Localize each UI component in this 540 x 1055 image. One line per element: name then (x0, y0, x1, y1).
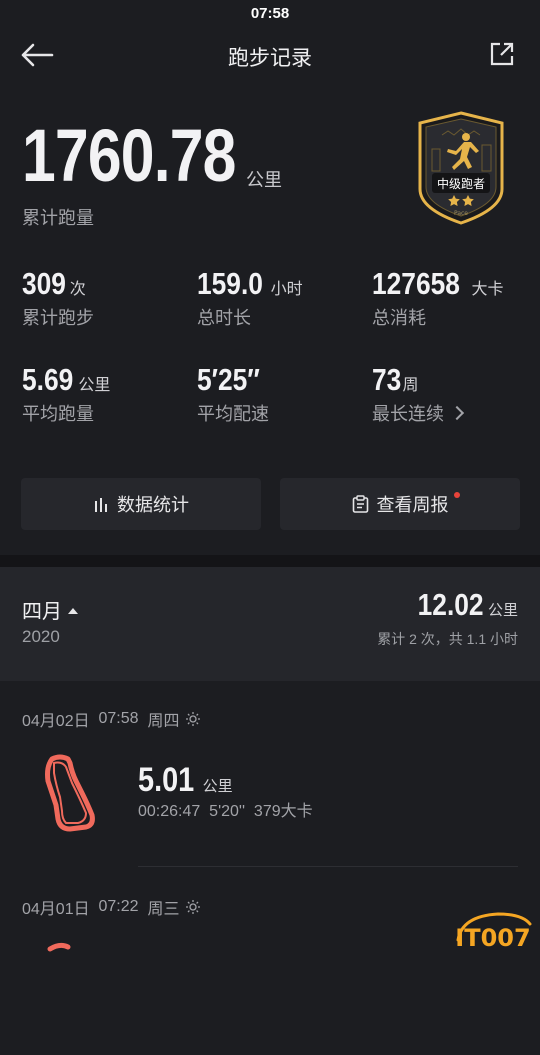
run-time: 07:58 (98, 710, 139, 727)
badge-sub: Pace (454, 210, 468, 217)
stat-unit: 小时 (270, 281, 303, 298)
clipboard-icon (352, 495, 369, 513)
run-weekday: 周三 (147, 901, 180, 918)
total-distance-value: 1760.78 (22, 114, 236, 197)
top-bar: 跑步记录 (0, 34, 540, 76)
month-summary-text: 累计 2 次，共 1.1 小时 (377, 631, 518, 647)
notification-dot (454, 492, 460, 498)
month-toggle[interactable]: 四月 (22, 595, 78, 624)
chevron-right-icon (449, 405, 465, 421)
month-distance: 12.02 公里 (406, 587, 518, 623)
run-pace: 5'20'' (209, 803, 246, 820)
page-title: 跑步记录 (228, 47, 312, 70)
run-meta: 00:26:47 5'20'' 379大卡 (138, 797, 313, 821)
run-item[interactable]: 04月01日 07:22 周三 (0, 869, 540, 1055)
caret-up-icon (68, 607, 78, 614)
data-stats-button[interactable]: 数据统计 (21, 478, 261, 530)
month-summary: 四月 2020 12.02 公里 累计 2 次，共 1.1 小时 (0, 567, 540, 681)
month-year: 2020 (22, 627, 60, 646)
stat-unit: 次 (69, 281, 86, 298)
sunny-icon (186, 900, 201, 914)
watermark-logo: IT007 (455, 912, 532, 952)
stat-unit: 大卡 (471, 281, 504, 298)
stat-value: 309 (22, 266, 66, 301)
month-distance-value: 12.02 (417, 587, 484, 622)
run-duration: 00:26:47 (138, 803, 201, 820)
run-time: 07:22 (98, 898, 139, 915)
stat-value: 159.0 (197, 266, 263, 301)
run-separator (138, 866, 518, 867)
stat-calories: 127658 大卡 总消耗 (372, 266, 540, 330)
stat-avg-pace: 5′25″ 平均配速 (197, 362, 367, 426)
route-map-thumbnail (47, 942, 71, 952)
stat-value: 127658 (372, 266, 460, 301)
stat-avg-distance: 5.69 公里 平均跑量 (22, 362, 192, 426)
stat-label: 最长连续 (372, 404, 444, 424)
run-date-day: 04月01日 (22, 901, 90, 918)
run-distance: 5.01 公里 (138, 761, 233, 800)
weekly-report-button[interactable]: 查看周报 (280, 478, 520, 530)
stat-unit: 公里 (78, 377, 111, 394)
runner-level-badge[interactable]: 中级跑者 Pace (418, 111, 504, 225)
route-map-thumbnail (45, 754, 95, 832)
watermark-text: IT007 (455, 924, 530, 952)
stat-unit: 周 (402, 377, 419, 394)
badge-title: 中级跑者 (437, 176, 485, 191)
stat-label: 累计跑步 (22, 308, 94, 328)
stat-value: 73 (372, 362, 402, 397)
run-weekday: 周四 (147, 713, 180, 730)
bar-chart-icon (93, 496, 109, 512)
total-distance-unit: 公里 (246, 170, 282, 190)
stat-label: 总消耗 (372, 308, 426, 328)
run-distance-unit: 公里 (202, 778, 233, 795)
stat-label: 平均跑量 (22, 404, 94, 424)
stat-label-row: 最长连续 (372, 400, 540, 426)
stat-value: 5.69 (22, 362, 74, 397)
stat-label: 平均配速 (197, 404, 269, 424)
run-date: 04月02日 07:58 周四 (22, 707, 201, 731)
stat-runs: 309 次 累计跑步 (22, 266, 192, 330)
run-item[interactable]: 04月02日 07:58 周四 5.01 公里 00:26:47 5'20'' … (0, 681, 540, 867)
share-icon[interactable] (488, 40, 516, 68)
sunny-icon (186, 712, 201, 726)
data-stats-label: 数据统计 (117, 495, 189, 515)
weekly-report-label: 查看周报 (376, 495, 449, 515)
run-distance-value: 5.01 (138, 761, 195, 799)
stat-label: 总时长 (197, 308, 251, 328)
status-time: 07:58 (250, 5, 290, 22)
month-name: 四月 (22, 601, 62, 623)
month-distance-unit: 公里 (487, 602, 518, 619)
run-calories: 379大卡 (253, 803, 313, 820)
stat-value: 5′25″ (197, 362, 260, 397)
stat-duration: 159.0 小时 总时长 (197, 266, 367, 330)
stat-longest-streak[interactable]: 73周 最长连续 (372, 362, 540, 426)
section-divider (0, 555, 540, 567)
run-date: 04月01日 07:22 周三 (22, 895, 201, 919)
total-distance-label: 累计跑量 (22, 208, 94, 228)
run-date-day: 04月02日 (22, 713, 90, 730)
